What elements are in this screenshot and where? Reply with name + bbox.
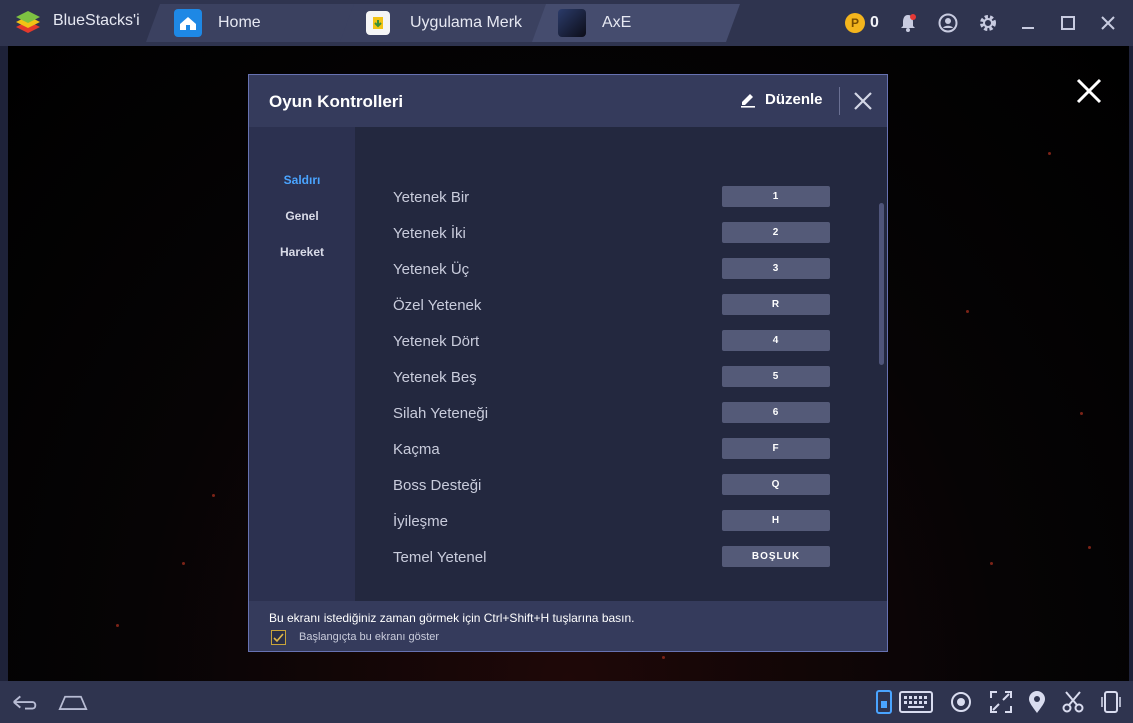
key-binding-button[interactable]: 3 bbox=[722, 258, 830, 279]
ember-particle bbox=[116, 624, 119, 627]
key-binding-button[interactable]: 6 bbox=[722, 402, 830, 423]
shortcut-hint: Bu ekranı istediğiniz zaman görmek için … bbox=[269, 611, 635, 625]
control-label: Yetenek İki bbox=[393, 225, 466, 242]
control-row: Temel Yetenel BOŞLUK bbox=[393, 546, 833, 570]
key-binding-button[interactable]: 5 bbox=[722, 366, 830, 387]
header-divider bbox=[839, 87, 840, 115]
gear-icon[interactable] bbox=[974, 0, 1002, 46]
ember-particle bbox=[966, 310, 969, 313]
category-sidebar: Saldırı Genel Hareket bbox=[249, 127, 355, 601]
control-label: Yetenek Üç bbox=[393, 261, 470, 278]
fullscreen-icon[interactable] bbox=[986, 689, 1016, 715]
control-row: İyileşme H bbox=[393, 510, 833, 534]
back-icon[interactable] bbox=[10, 689, 40, 715]
window-close-icon[interactable] bbox=[1094, 0, 1122, 46]
keyboard-icon[interactable] bbox=[898, 689, 934, 715]
ember-particle bbox=[1048, 152, 1051, 155]
key-binding-button[interactable]: BOŞLUK bbox=[722, 546, 830, 567]
eye-icon[interactable] bbox=[946, 689, 976, 715]
controls-list: Yetenek Bir 1 Yetenek İki 2 Yetenek Üç 3… bbox=[355, 127, 887, 601]
key-binding-button[interactable]: F bbox=[722, 438, 830, 459]
control-row: Yetenek Beş 5 bbox=[393, 366, 833, 390]
control-label: Silah Yeteneği bbox=[393, 405, 489, 422]
control-row: Yetenek Üç 3 bbox=[393, 258, 833, 282]
app-center-icon bbox=[366, 11, 390, 35]
game-controls-dialog: Oyun Kontrolleri Düzenle Saldırı Genel H… bbox=[248, 74, 888, 652]
scrollbar-thumb[interactable] bbox=[879, 203, 884, 365]
bell-icon[interactable] bbox=[894, 0, 922, 46]
sidebar-item-genel[interactable]: Genel bbox=[249, 209, 355, 223]
key-binding-button[interactable]: 4 bbox=[722, 330, 830, 351]
control-row: Silah Yeteneği 6 bbox=[393, 402, 833, 426]
control-row: Yetenek İki 2 bbox=[393, 222, 833, 246]
coin-icon: P bbox=[845, 13, 866, 33]
key-binding-button[interactable]: 2 bbox=[722, 222, 830, 243]
edit-button-label: Düzenle bbox=[765, 90, 823, 108]
control-row: Yetenek Dört 4 bbox=[393, 330, 833, 354]
ember-particle bbox=[990, 562, 993, 565]
dialog-header: Oyun Kontrolleri Düzenle bbox=[249, 75, 887, 127]
dialog-title: Oyun Kontrolleri bbox=[269, 92, 404, 111]
key-binding-button[interactable]: H bbox=[722, 510, 830, 531]
maximize-icon[interactable] bbox=[1054, 0, 1082, 46]
control-label: İyileşme bbox=[393, 513, 449, 530]
control-row: Boss Desteği Q bbox=[393, 474, 833, 498]
control-label: Yetenek Beş bbox=[393, 369, 477, 386]
key-binding-button[interactable]: R bbox=[722, 294, 830, 315]
pencil-icon bbox=[741, 94, 755, 108]
account-icon[interactable] bbox=[934, 0, 962, 46]
edit-button[interactable]: Düzenle bbox=[739, 90, 823, 108]
control-row: Özel Yetenek R bbox=[393, 294, 833, 318]
tab-home-label: Home bbox=[218, 14, 261, 31]
tab-home[interactable]: Home bbox=[146, 4, 358, 42]
phone-keymap-icon[interactable] bbox=[872, 689, 896, 715]
control-label: Kaçma bbox=[393, 441, 440, 458]
ember-particle bbox=[1088, 546, 1091, 549]
control-label: Özel Yetenek bbox=[393, 297, 482, 314]
ember-particle bbox=[662, 656, 665, 659]
control-label: Yetenek Dört bbox=[393, 333, 480, 350]
tab-axe-label: AxE bbox=[602, 14, 632, 31]
tab-axe[interactable]: AxE bbox=[532, 4, 740, 42]
scissors-icon[interactable] bbox=[1058, 689, 1088, 715]
bluestacks-logo-icon bbox=[16, 11, 40, 33]
rotate-device-icon[interactable] bbox=[1096, 689, 1126, 715]
tab-app-center-label: Uygulama Merk bbox=[410, 14, 523, 31]
home-icon bbox=[174, 9, 202, 37]
location-pin-icon[interactable] bbox=[1022, 689, 1052, 715]
control-label: Temel Yetenel bbox=[393, 549, 487, 566]
control-row: Yetenek Bir 1 bbox=[393, 186, 833, 210]
tab-app-center[interactable]: Uygulama Merk bbox=[340, 4, 550, 42]
show-on-startup-label: Başlangıçta bu ekranı göster bbox=[299, 631, 440, 643]
title-bar: BlueStacks'i Home Uygulama Merk AxE P 0 bbox=[0, 0, 1133, 46]
home-nav-icon[interactable] bbox=[58, 689, 88, 715]
control-row: Kaçma F bbox=[393, 438, 833, 462]
control-label: Boss Desteği bbox=[393, 477, 482, 494]
key-binding-button[interactable]: Q bbox=[722, 474, 830, 495]
key-binding-button[interactable]: 1 bbox=[722, 186, 830, 207]
show-on-startup-checkbox[interactable] bbox=[271, 630, 286, 645]
sidebar-item-hareket[interactable]: Hareket bbox=[249, 245, 355, 259]
bottom-bar bbox=[0, 681, 1133, 723]
control-label: Yetenek Bir bbox=[393, 189, 470, 206]
game-thumbnail-icon bbox=[558, 9, 586, 37]
ember-particle bbox=[1080, 412, 1083, 415]
ember-particle bbox=[182, 562, 185, 565]
close-icon[interactable] bbox=[1074, 76, 1104, 106]
app-name: BlueStacks'i bbox=[53, 12, 140, 29]
minimize-icon[interactable] bbox=[1014, 0, 1042, 46]
sidebar-item-saldiri[interactable]: Saldırı bbox=[249, 173, 355, 187]
ember-particle bbox=[212, 494, 215, 497]
dialog-close-icon[interactable] bbox=[853, 91, 873, 111]
coin-counter[interactable]: P 0 bbox=[842, 0, 882, 46]
coin-count: 0 bbox=[870, 14, 879, 31]
checkmark-icon bbox=[273, 633, 284, 643]
dialog-footer: Bu ekranı istediğiniz zaman görmek için … bbox=[249, 601, 887, 651]
